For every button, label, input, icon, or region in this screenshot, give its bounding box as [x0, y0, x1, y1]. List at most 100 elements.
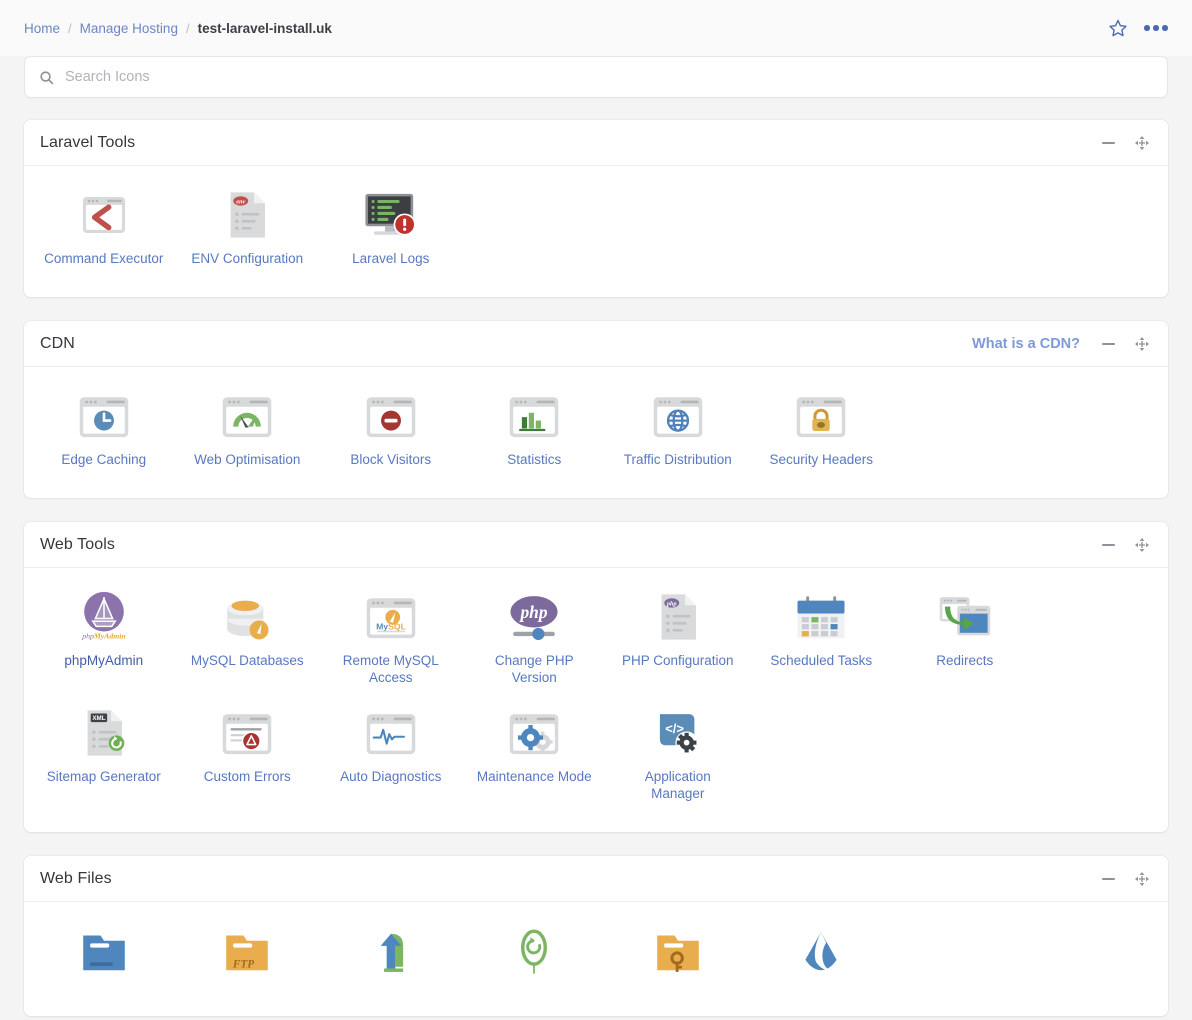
tile-security-headers[interactable]: Security Headers — [750, 385, 894, 484]
breadcrumb-item-home[interactable]: Home — [24, 21, 60, 36]
tile-command-executor[interactable]: Command Executor — [32, 184, 176, 283]
topbar: Home / Manage Hosting / test-laravel-ins… — [0, 0, 1192, 56]
minus-icon[interactable] — [1098, 869, 1118, 889]
laravel-logs-icon — [362, 188, 420, 240]
tile-env-configuration[interactable]: env ENV Configuration — [176, 184, 320, 283]
svg-text:FTP: FTP — [232, 959, 254, 971]
tile-label: Block Visitors — [350, 452, 432, 467]
tile-label: Web Optimisation — [194, 452, 301, 467]
section-icon-grid: Command Executor env ENV Configuration L… — [24, 166, 1168, 297]
section-icon-grid: Edge Caching Web Optimisation Block Visi… — [24, 367, 1168, 498]
section-cdn: CDN What is a CDN? Edge Caching Web Opti… — [24, 321, 1168, 498]
move-arrows-icon[interactable] — [1132, 334, 1152, 354]
tile-mysql-databases[interactable]: MySQL Databases — [176, 586, 320, 702]
minus-icon[interactable] — [1098, 334, 1118, 354]
minus-icon[interactable] — [1098, 535, 1118, 555]
section-title: Web Tools — [40, 535, 116, 553]
tile-phpmyadmin[interactable]: phpMyAdmin phpMyAdmin — [32, 586, 176, 702]
section-title: Laravel Tools — [40, 133, 136, 151]
section-web-tools: Web Tools phpMyAdmin phpMyAdmin MySQL Da… — [24, 522, 1168, 832]
tile-label: Statistics — [507, 452, 562, 467]
tile-label: Sitemap Generator — [46, 769, 161, 784]
tile-label: MySQL Databases — [190, 653, 304, 668]
tile-upload[interactable] — [319, 920, 463, 1002]
tile-statistics[interactable]: Statistics — [463, 385, 607, 484]
section-header: Web Tools — [24, 522, 1168, 568]
minus-icon[interactable] — [1098, 133, 1118, 153]
search-input[interactable] — [65, 69, 1153, 85]
tile-label: Custom Errors — [203, 769, 291, 784]
remote-mysql-access-icon: MySQL — [365, 590, 417, 642]
svg-text:phpMyAdmin: phpMyAdmin — [81, 631, 126, 640]
mysql-databases-icon — [221, 590, 273, 642]
breadcrumb: Home / Manage Hosting / test-laravel-ins… — [24, 21, 332, 36]
move-arrows-icon[interactable] — [1132, 535, 1152, 555]
svg-text:php: php — [666, 601, 677, 608]
svg-text:MySQL: MySQL — [376, 621, 407, 631]
breadcrumb-separator: / — [185, 20, 190, 36]
tile-label: Auto Diagnostics — [340, 769, 442, 784]
traffic-distribution-icon — [652, 389, 704, 441]
redirects-icon — [938, 590, 992, 642]
section-header: CDN What is a CDN? — [24, 321, 1168, 367]
breadcrumb-item-manage-hosting[interactable]: Manage Hosting — [80, 21, 178, 36]
topbar-actions — [1106, 16, 1168, 40]
section-laravel-tools: Laravel Tools Command Executor env ENV C… — [24, 120, 1168, 297]
star-outline-icon[interactable] — [1106, 16, 1130, 40]
move-arrows-icon[interactable] — [1132, 869, 1152, 889]
tile-remote-mysql-access[interactable]: MySQL Remote MySQL Access — [319, 586, 463, 702]
breadcrumb-separator: / — [68, 20, 72, 36]
tile-traffic-distribution[interactable]: Traffic Distribution — [606, 385, 750, 484]
move-arrows-icon[interactable] — [1132, 133, 1152, 153]
section-title: Web Files — [40, 869, 112, 887]
search-box[interactable] — [24, 56, 1168, 98]
svg-text:php: php — [519, 602, 548, 622]
tile-php-configuration[interactable]: php PHP Configuration — [606, 586, 750, 702]
tile-label: Redirects — [936, 653, 994, 668]
custom-errors-icon — [221, 706, 273, 758]
tile-auto-diagnostics[interactable]: Auto Diagnostics — [319, 702, 463, 818]
tile-maintenance-mode[interactable]: Maintenance Mode — [463, 702, 607, 818]
tile-label: Edge Caching — [61, 452, 147, 467]
what-is-a-cdn-link[interactable]: What is a CDN? — [972, 336, 1080, 352]
tile-scheduled-tasks[interactable]: Scheduled Tasks — [750, 586, 894, 702]
tile-custom-errors[interactable]: Custom Errors — [176, 702, 320, 818]
command-executor-icon — [79, 188, 129, 240]
section-header: Laravel Tools — [24, 120, 1168, 166]
tile-label: phpMyAdmin — [64, 653, 144, 668]
tile-sitemap-generator[interactable]: XML Sitemap Generator — [32, 702, 176, 818]
tile-laravel-logs[interactable]: Laravel Logs — [319, 184, 463, 283]
tile-label: Laravel Logs — [352, 251, 430, 266]
tile-application-manager[interactable]: </> Application Manager — [606, 702, 750, 818]
tile-edge-caching[interactable]: Edge Caching — [32, 385, 176, 484]
tile-protected-folder[interactable] — [606, 920, 750, 1002]
php-configuration-icon: php — [655, 590, 701, 642]
tile-backups[interactable] — [463, 920, 607, 1002]
tile-block-visitors[interactable]: Block Visitors — [319, 385, 463, 484]
section-web-files: Web Files FTP — [24, 856, 1168, 1016]
maintenance-mode-icon — [508, 706, 560, 758]
tile-file-manager[interactable] — [32, 920, 176, 1002]
tile-ftp-accounts[interactable]: FTP — [176, 920, 320, 1002]
tile-label: Remote MySQL Access — [342, 653, 439, 685]
ftp-accounts-icon: FTP — [221, 924, 273, 976]
upload-icon — [365, 924, 417, 976]
section-header: Web Files — [24, 856, 1168, 902]
tile-label: Scheduled Tasks — [770, 653, 873, 668]
more-options-icon[interactable] — [1144, 16, 1168, 40]
tile-change-php-version[interactable]: php Change PHP Version — [463, 586, 607, 702]
tile-label: Security Headers — [769, 452, 874, 467]
tile-label: Traffic Distribution — [623, 452, 732, 467]
auto-diagnostics-icon — [365, 706, 417, 758]
block-visitors-icon — [365, 389, 417, 441]
sections-container: Laravel Tools Command Executor env ENV C… — [0, 98, 1192, 1016]
breadcrumb-item-current: test-laravel-install.uk — [197, 20, 332, 36]
search-icon — [39, 70, 54, 85]
section-icon-grid: phpMyAdmin phpMyAdmin MySQL Databases My… — [24, 568, 1168, 832]
tile-git[interactable] — [750, 920, 894, 1002]
application-manager-icon: </> — [653, 706, 703, 758]
tile-redirects[interactable]: Redirects — [893, 586, 1037, 702]
phpmyadmin-icon: phpMyAdmin — [79, 590, 129, 642]
tile-web-optimisation[interactable]: Web Optimisation — [176, 385, 320, 484]
tile-label: PHP Configuration — [621, 653, 734, 668]
